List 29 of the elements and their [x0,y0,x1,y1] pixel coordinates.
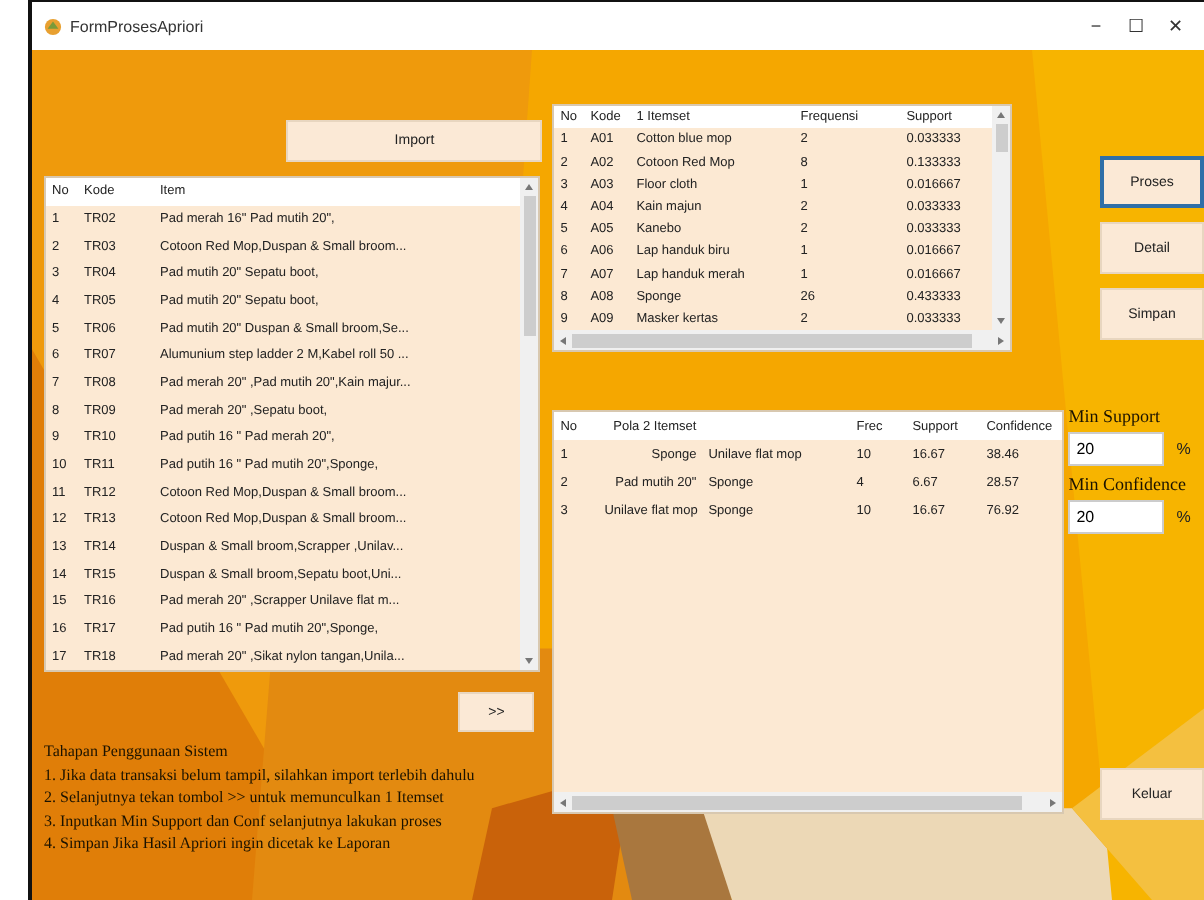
input-field[interactable]: 20 [1068,432,1165,466]
vertical-scrollbar[interactable] [992,106,1011,330]
instruction-step: 3. Inputkan Min Support dan Conf selanjutnya lakukan proses [44,809,543,832]
instructions-title: Tahapan Penggunaan Sistem [44,740,230,763]
scroll-down-icon[interactable] [996,316,1007,326]
app-icon [44,17,62,35]
input-field[interactable]: 20 [1068,500,1165,534]
instruction-step: 2. Selanjutnya tekan tombol >> untuk memunculkan 1 Itemset [44,786,543,809]
scroll-up-icon[interactable] [996,110,1007,120]
vertical-scrollbar[interactable] [520,178,538,670]
scroll-down-icon[interactable] [524,656,534,666]
window-control[interactable]: − [1076,16,1116,36]
scroll-left-icon[interactable] [558,335,569,345]
field-label: Min Support [1068,406,1162,426]
instruction-step: 1. Jika data transaksi belum tampil, silahkan import terlebih dahulu [44,763,543,786]
scroll-right-icon[interactable] [996,335,1007,345]
scroll-up-icon[interactable] [524,182,534,192]
window-control[interactable]: ☐ [1116,16,1156,36]
horizontal-scrollbar[interactable] [554,792,1063,812]
data-grid[interactable] [552,104,1013,352]
unit-label: % [1176,440,1191,458]
data-grid[interactable] [44,176,540,672]
window-title: FormProsesApriori [70,17,206,35]
instruction-step: 4. Simpan Jika Hasil Apriori ingin dicetak ke Laporan [44,832,543,855]
horizontal-scrollbar[interactable] [554,330,1011,350]
field-label: Min Confidence [1068,474,1188,494]
scroll-left-icon[interactable] [558,797,569,807]
unit-label: % [1176,508,1191,526]
window-control[interactable]: ✕ [1156,16,1196,36]
